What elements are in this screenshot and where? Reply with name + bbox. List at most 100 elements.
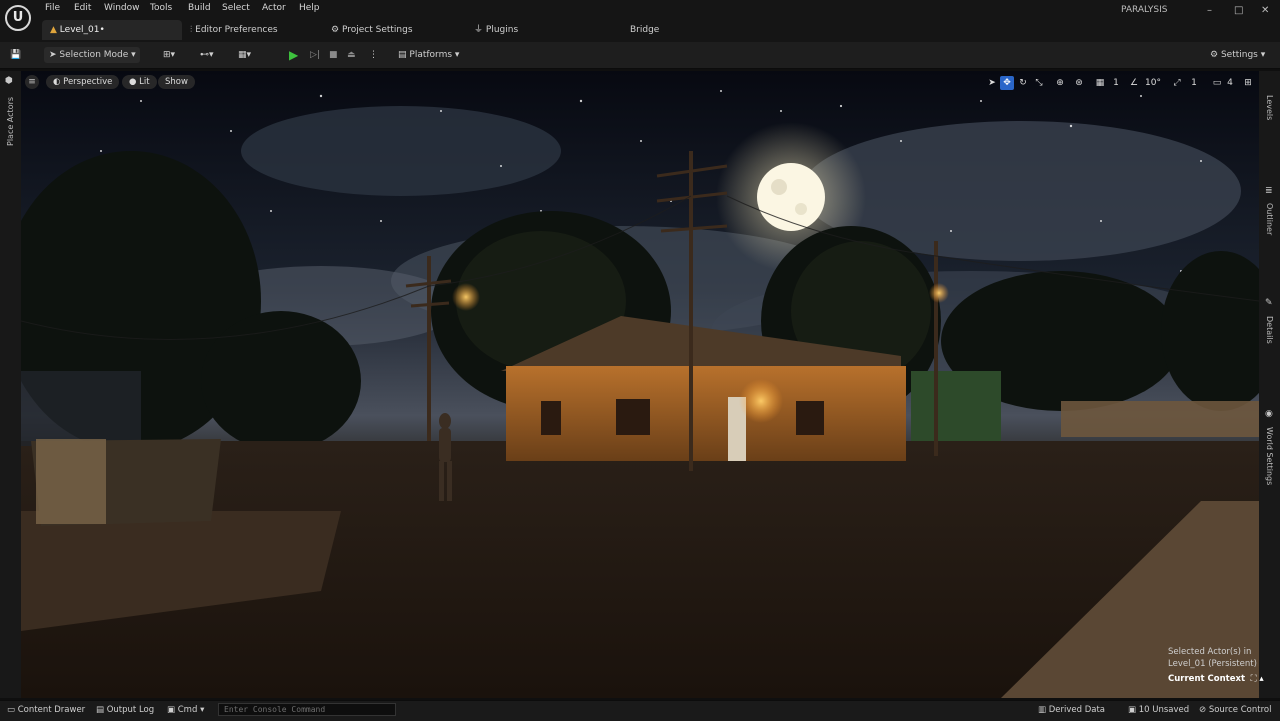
- menu-window[interactable]: Window: [104, 3, 140, 13]
- tab-plugins[interactable]: ⏚ Plugins: [474, 20, 518, 40]
- maximize-button[interactable]: □: [1234, 5, 1243, 16]
- pencil-icon: ✎: [1265, 298, 1273, 308]
- tab-bridge[interactable]: Bridge: [630, 20, 659, 40]
- scale-snap-value[interactable]: 1: [1187, 76, 1201, 90]
- current-context-label: Current Context: [1168, 674, 1246, 684]
- unsaved-button[interactable]: ▣ 10 Unsaved: [1128, 703, 1189, 717]
- selection-mode-label: Selection Mode: [59, 50, 129, 60]
- selected-info-line1: Selected Actor(s) in: [1168, 647, 1252, 657]
- main-toolbar: [0, 42, 1280, 69]
- source-control-label: Source Control: [1208, 705, 1272, 715]
- play-button[interactable]: ▶: [289, 47, 298, 63]
- warning-icon: ▲: [50, 25, 57, 35]
- outliner-tab[interactable]: Outliner: [1265, 203, 1274, 239]
- play-icon: ▶: [289, 48, 299, 62]
- menu-tools[interactable]: Tools: [150, 3, 172, 13]
- light-icon: ●: [129, 77, 137, 87]
- scene-render: [21, 71, 1259, 698]
- unreal-logo[interactable]: U: [5, 5, 31, 31]
- current-context[interactable]: Current Context ⛶ ▴: [1168, 674, 1264, 684]
- level-viewport[interactable]: [21, 71, 1259, 698]
- camera-speed-icon[interactable]: ▭: [1210, 76, 1224, 90]
- cmd-dropdown[interactable]: ▣ Cmd ▾: [167, 703, 204, 717]
- tab-project-settings-label: Project Settings: [341, 25, 413, 35]
- derived-data-label: Derived Data: [1048, 705, 1106, 715]
- close-button[interactable]: ✕: [1261, 5, 1269, 16]
- source-control-button[interactable]: ⊘ Source Control: [1199, 703, 1271, 717]
- save-icon[interactable]: 💾: [10, 47, 21, 63]
- menu-file[interactable]: File: [45, 3, 60, 13]
- stop-icon[interactable]: ■: [329, 47, 338, 63]
- show-label: Show: [165, 77, 188, 87]
- perspective-label: Perspective: [63, 77, 113, 87]
- select-tool-icon[interactable]: ➤: [985, 76, 999, 90]
- content-drawer-label: Content Drawer: [17, 705, 86, 715]
- lit-label: Lit: [139, 77, 150, 87]
- content-drawer-button[interactable]: ▭ Content Drawer: [7, 703, 85, 717]
- viewport-menu-icon[interactable]: ≡: [25, 75, 39, 89]
- tab-editor-preferences-label: Editor Preferences: [195, 25, 278, 35]
- menu-help[interactable]: Help: [299, 3, 320, 13]
- minimize-button[interactable]: –: [1207, 5, 1212, 16]
- place-actors-tab[interactable]: Place Actors: [6, 94, 15, 146]
- grid-size-value[interactable]: 1: [1109, 76, 1123, 90]
- gear-icon: ⚙: [1210, 50, 1219, 60]
- skip-forward-icon[interactable]: ▷|: [310, 47, 320, 63]
- tab-level-label: Level_01•: [59, 25, 105, 35]
- show-button[interactable]: Show: [158, 75, 195, 89]
- menu-edit[interactable]: Edit: [74, 3, 91, 13]
- platforms-dropdown[interactable]: ▤ Platforms ▾: [398, 47, 459, 63]
- menu-select[interactable]: Select: [222, 3, 250, 13]
- maximize-viewport-icon[interactable]: ⊞: [1241, 76, 1255, 90]
- perspective-button[interactable]: ◐ Perspective: [46, 75, 120, 89]
- left-side-panel: [0, 71, 21, 698]
- tab-plugins-label: Plugins: [485, 25, 519, 35]
- menu-build[interactable]: Build: [188, 3, 211, 13]
- translate-tool-icon[interactable]: ✥: [1000, 76, 1014, 90]
- grid-snap-icon[interactable]: ▦: [1093, 76, 1107, 90]
- place-actors-icon[interactable]: ⬢: [5, 76, 13, 86]
- blueprint-icon[interactable]: ⊷▾: [200, 47, 214, 63]
- scale-tool-icon[interactable]: ⤡: [1032, 76, 1046, 90]
- lit-button[interactable]: ● Lit: [122, 75, 157, 89]
- chevron-down-icon: ▾: [131, 50, 136, 60]
- rotate-tool-icon[interactable]: ↻: [1016, 76, 1030, 90]
- project-name: PARALYSIS: [1121, 5, 1168, 15]
- details-tab[interactable]: Details: [1265, 316, 1274, 346]
- add-actor-icon[interactable]: ⊞▾: [163, 47, 175, 63]
- levels-tab[interactable]: Levels: [1265, 95, 1274, 125]
- gear-icon: ⚙: [331, 25, 340, 35]
- terminal-icon: ▣: [167, 705, 176, 715]
- settings-dropdown[interactable]: ⚙ Settings ▾: [1210, 47, 1265, 63]
- eject-icon[interactable]: ⏏: [347, 47, 356, 63]
- globe-icon: ◉: [1265, 409, 1273, 419]
- scale-snap-icon[interactable]: ⤢: [1170, 76, 1184, 90]
- chevron-down-icon: ▾: [1260, 50, 1266, 60]
- source-control-icon: ⊘: [1199, 705, 1207, 715]
- output-log-label: Output Log: [106, 705, 155, 715]
- camera-speed-value[interactable]: 4: [1223, 76, 1237, 90]
- tab-project-settings[interactable]: ⚙ Project Settings: [331, 20, 413, 40]
- tab-editor-preferences[interactable]: ⫶ Editor Preferences: [190, 20, 278, 40]
- console-command-input[interactable]: [218, 703, 396, 716]
- world-settings-tab[interactable]: World Settings: [1265, 427, 1274, 487]
- world-space-icon[interactable]: ⊕: [1053, 76, 1067, 90]
- outliner-icon: ≣: [1265, 186, 1273, 196]
- tab-level-01[interactable]: ▲ Level_01•: [42, 20, 182, 40]
- chevron-down-icon: ▾: [200, 705, 205, 715]
- surface-snap-icon[interactable]: ⊛: [1072, 76, 1086, 90]
- folder-icon: ▭: [7, 705, 16, 715]
- sliders-icon: ⫶: [190, 25, 193, 35]
- settings-label: Settings: [1220, 50, 1258, 60]
- angle-snap-icon[interactable]: ∠: [1127, 76, 1141, 90]
- derived-data-button[interactable]: ▥ Derived Data: [1038, 703, 1105, 717]
- angle-snap-value[interactable]: 10°: [1142, 76, 1164, 90]
- selection-mode-dropdown[interactable]: ➤ Selection Mode ▾: [44, 47, 140, 63]
- menu-actor[interactable]: Actor: [262, 3, 286, 13]
- plug-icon: ⏚: [474, 25, 484, 35]
- chevron-down-icon: ▾: [454, 50, 460, 60]
- more-options-icon[interactable]: ⋮: [369, 47, 378, 63]
- output-log-button[interactable]: ▤ Output Log: [96, 703, 154, 717]
- cinematics-icon[interactable]: ▦▾: [238, 47, 251, 63]
- camera-icon: ◐: [53, 77, 61, 87]
